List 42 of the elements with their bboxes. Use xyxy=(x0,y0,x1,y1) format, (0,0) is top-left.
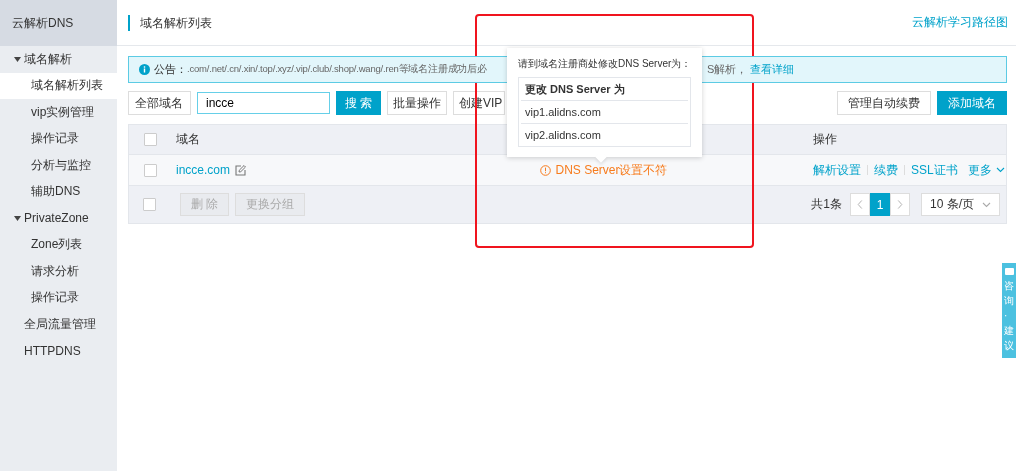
page-size-dropdown[interactable]: 10 条/页 xyxy=(921,193,1000,216)
column-header: 域名 xyxy=(175,131,201,148)
nav-item[interactable]: HTTPDNS xyxy=(0,337,117,364)
nav-group[interactable]: PrivateZone xyxy=(0,205,117,232)
nav-item[interactable]: 请求分析 xyxy=(0,258,117,285)
total-count: 共1条 xyxy=(811,196,842,213)
notice-text: .com/.net/.cn/.xin/.top/.xyz/.vip/.club/.shop/.wang/.ren等域名注册成功后必 xyxy=(187,63,487,76)
notice-label: 公告： xyxy=(154,62,187,77)
nav-item[interactable]: 操作记录 xyxy=(0,284,117,311)
caret-icon xyxy=(14,215,21,221)
dns-server-name: vip1.alidns.com xyxy=(521,101,689,124)
toolbar-button[interactable]: 管理自动续费 xyxy=(837,91,931,115)
nav-item[interactable]: 分析与监控 xyxy=(0,152,117,179)
checkbox[interactable] xyxy=(143,198,156,211)
dns-server-name: vip2.alidns.com xyxy=(524,128,602,143)
nav-item[interactable]: 操作记录 xyxy=(0,125,117,152)
nav-group[interactable]: 域名解析 xyxy=(0,46,117,73)
toolbar-button[interactable]: 批量操作 xyxy=(387,91,447,115)
chevron-down-icon xyxy=(982,201,991,208)
caret-icon xyxy=(14,56,21,62)
chevron-down-icon xyxy=(995,167,1005,173)
checkbox[interactable] xyxy=(143,133,157,146)
nav-item[interactable]: vip实例管理 xyxy=(0,99,117,126)
popover-text: 请到域名注册商处修改DNS Server为： xyxy=(518,57,692,71)
message-icon xyxy=(1004,268,1014,275)
app-title: 云解析DNS xyxy=(0,0,117,46)
warning-icon xyxy=(540,164,552,176)
next-page-button[interactable] xyxy=(890,193,910,216)
info-icon xyxy=(139,64,150,75)
nav-item[interactable]: Zone列表 xyxy=(0,231,117,258)
edit-icon[interactable] xyxy=(235,164,247,176)
column-header: 操作 xyxy=(813,131,837,148)
previous-page-button[interactable] xyxy=(850,193,870,216)
nav-item[interactable]: 辅助DNS xyxy=(0,178,117,205)
checkbox[interactable] xyxy=(143,163,157,177)
nav-item[interactable]: 域名解析列表 xyxy=(0,72,117,99)
domain-filter-dropdown[interactable]: 全部域名 xyxy=(128,91,191,115)
search-field[interactable]: incce xyxy=(197,92,330,114)
notice-text: S解析， xyxy=(707,62,748,77)
nav-item[interactable]: 全局流量管理 xyxy=(0,311,117,338)
popover-heading: 更改 DNS Server 为 xyxy=(521,78,689,101)
page-title: 域名解析列表 xyxy=(128,14,212,31)
